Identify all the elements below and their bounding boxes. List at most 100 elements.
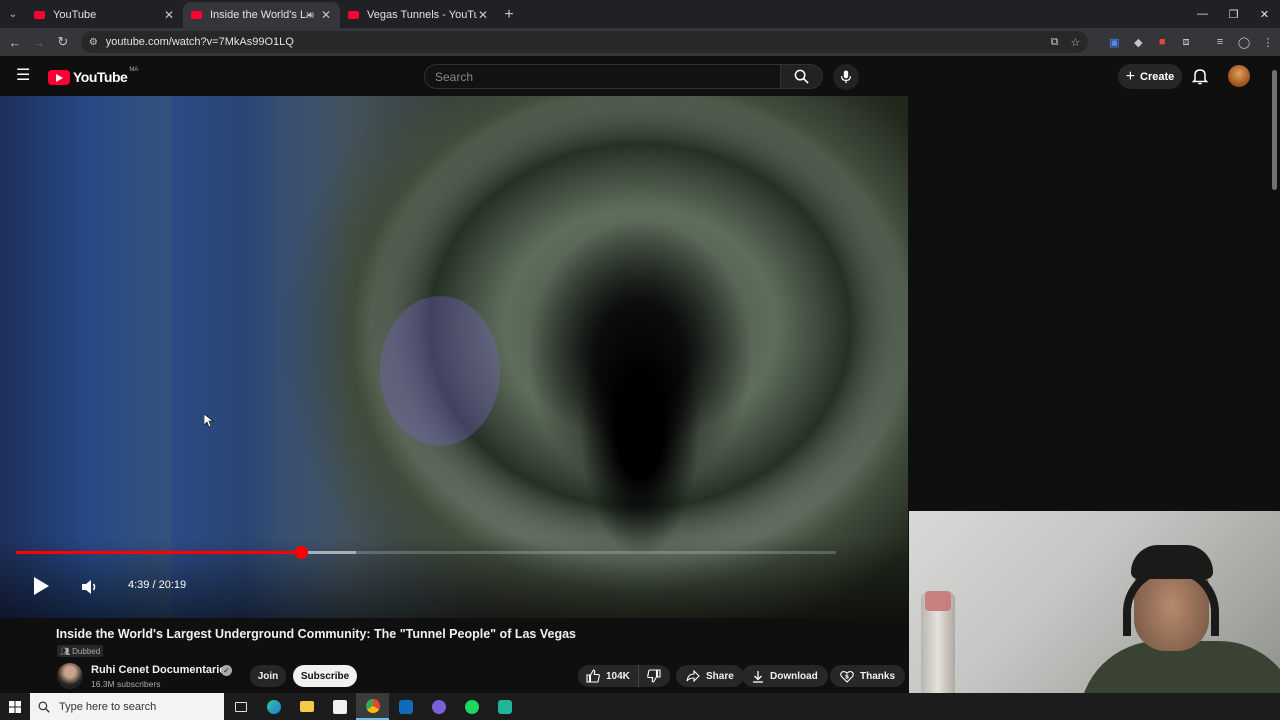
- microphone-icon: [841, 70, 851, 84]
- like-dislike-group: 104K: [578, 665, 670, 687]
- time-display: 4:39 / 20:19: [128, 579, 187, 591]
- logo-text: YouTube: [73, 69, 128, 85]
- played-bar: [16, 551, 302, 554]
- restore-icon[interactable]: ❐: [1218, 0, 1249, 28]
- install-app-icon[interactable]: ⧉: [1051, 36, 1059, 49]
- back-icon[interactable]: ←: [3, 35, 27, 50]
- subscriber-count: 16.3M subscribers: [91, 679, 161, 689]
- country-code: MA: [129, 67, 139, 73]
- thanks-button[interactable]: $ Thanks: [830, 665, 906, 687]
- youtube-play-logo-icon: [48, 69, 70, 85]
- forward-icon[interactable]: →: [27, 35, 51, 50]
- site-info-icon[interactable]: ⚙: [89, 37, 98, 48]
- svg-text:$: $: [845, 673, 849, 680]
- thumbs-down-icon: [647, 669, 661, 683]
- progress-bar[interactable]: [16, 546, 836, 559]
- edge-browser-icon[interactable]: [257, 693, 290, 720]
- dubbed-icon: 👥︎: [60, 646, 71, 656]
- play-icon[interactable]: [30, 575, 52, 597]
- subscribe-button[interactable]: Subscribe: [293, 665, 357, 687]
- video-player[interactable]: 4:39 / 20:19: [0, 96, 908, 618]
- close-tab-icon[interactable]: ✕: [477, 8, 489, 22]
- channel-avatar[interactable]: [57, 663, 83, 689]
- join-button[interactable]: Join: [250, 665, 286, 687]
- youtube-header: ☰ YouTube MA Search + Create: [0, 56, 1280, 96]
- translate-extension-icon[interactable]: ▣: [1102, 36, 1126, 49]
- plus-icon: +: [1125, 67, 1136, 85]
- thanks-label: Thanks: [860, 670, 896, 682]
- dislike-button[interactable]: [639, 665, 669, 687]
- browser-menu-icon[interactable]: ⋮: [1256, 36, 1280, 49]
- create-label: Create: [1140, 70, 1175, 83]
- bookmark-star-icon[interactable]: ☆: [1071, 36, 1081, 49]
- voice-search-button[interactable]: [833, 64, 859, 90]
- page-scrollbar[interactable]: [1270, 70, 1278, 190]
- profile-icon[interactable]: ◯: [1232, 36, 1256, 49]
- taskbar-search-icon: [38, 701, 50, 713]
- extension-red-icon[interactable]: ■: [1150, 36, 1174, 48]
- reload-icon[interactable]: ↻: [51, 34, 75, 50]
- task-view-icon[interactable]: [224, 693, 257, 720]
- tab-title: Inside the World's Largest U: [210, 9, 308, 21]
- menu-hamburger-icon[interactable]: ☰: [16, 68, 32, 84]
- new-tab-icon[interactable]: +: [497, 6, 521, 24]
- media-controls-icon[interactable]: ≡: [1208, 36, 1232, 48]
- file-explorer-icon[interactable]: [290, 693, 323, 720]
- account-avatar[interactable]: [1228, 65, 1250, 87]
- taskbar-search-placeholder: Type here to search: [59, 700, 157, 713]
- youtube-logo[interactable]: YouTube MA: [48, 67, 139, 85]
- download-button[interactable]: Download: [742, 665, 828, 687]
- share-arrow-icon: [686, 670, 700, 682]
- spotify-icon[interactable]: [455, 693, 488, 720]
- dubbed-label: Dubbed: [72, 646, 101, 656]
- search-placeholder: Search: [435, 69, 474, 84]
- tab-title: Vegas Tunnels - YouTube: [367, 9, 477, 21]
- tab-title: YouTube: [53, 9, 97, 21]
- microsoft-store-icon[interactable]: [323, 693, 356, 720]
- dubbed-badge: 👥︎ Dubbed: [57, 645, 104, 657]
- window-controls: — ❐ ✕: [1187, 0, 1280, 28]
- green-app-icon[interactable]: [488, 693, 521, 720]
- tab-search-icon[interactable]: ⌄: [0, 0, 26, 28]
- share-label: Share: [706, 670, 734, 682]
- tab-youtube[interactable]: YouTube ✕: [26, 2, 183, 28]
- tab-vegas-tunnels[interactable]: Vegas Tunnels - YouTube ✕: [340, 2, 497, 28]
- notifications-bell-icon[interactable]: [1191, 67, 1209, 85]
- url-text[interactable]: youtube.com/watch?v=7MkAs99O1LQ: [106, 36, 1039, 48]
- browser-tab-strip: ⌄ YouTube ✕ Inside the World's Largest U…: [0, 0, 1280, 28]
- like-button[interactable]: 104K: [578, 665, 639, 687]
- search-icon: [794, 69, 809, 84]
- minimize-icon[interactable]: —: [1187, 0, 1218, 28]
- download-icon: [753, 670, 763, 683]
- extensions-puzzle-icon[interactable]: ⧈: [1174, 36, 1198, 49]
- windows-logo-icon: [9, 700, 21, 713]
- create-button[interactable]: + Create: [1118, 64, 1182, 89]
- windows-start-icon[interactable]: [0, 693, 30, 720]
- extension-diamond-icon[interactable]: ◆: [1126, 36, 1150, 49]
- volume-icon[interactable]: [80, 577, 100, 597]
- youtube-favicon-icon: [34, 11, 45, 19]
- chrome-profile-icon[interactable]: [422, 693, 455, 720]
- close-tab-icon[interactable]: ✕: [163, 8, 175, 22]
- outlook-icon[interactable]: [389, 693, 422, 720]
- webcam-overlay: [909, 511, 1280, 720]
- taskbar-search-input[interactable]: Type here to search: [30, 693, 224, 720]
- windows-taskbar: Type here to search: [0, 693, 1280, 720]
- channel-name[interactable]: Ruhi Cenet Documentaries: [91, 664, 232, 676]
- search-button[interactable]: [781, 64, 823, 89]
- close-tab-icon[interactable]: ✕: [320, 8, 332, 22]
- youtube-favicon-icon: [348, 11, 359, 19]
- chrome-icon[interactable]: [356, 693, 389, 720]
- address-bar[interactable]: ⚙ youtube.com/watch?v=7MkAs99O1LQ ⧉ ☆: [80, 31, 1089, 53]
- webcam-bottle-cap: [925, 591, 951, 611]
- thumbs-up-icon: [586, 669, 600, 683]
- tab-current-video[interactable]: Inside the World's Largest U 🔊︎ ✕: [183, 2, 340, 28]
- mouse-cursor-icon: [204, 414, 214, 428]
- close-window-icon[interactable]: ✕: [1249, 0, 1280, 28]
- youtube-favicon-icon: [191, 11, 202, 19]
- tab-audio-icon[interactable]: 🔊︎: [308, 10, 314, 21]
- share-button[interactable]: Share: [676, 665, 744, 687]
- search-input[interactable]: Search: [424, 64, 781, 89]
- browser-toolbar: ← → ↻ ⚙ youtube.com/watch?v=7MkAs99O1LQ …: [0, 28, 1280, 56]
- scrollbar-thumb[interactable]: [1272, 70, 1277, 190]
